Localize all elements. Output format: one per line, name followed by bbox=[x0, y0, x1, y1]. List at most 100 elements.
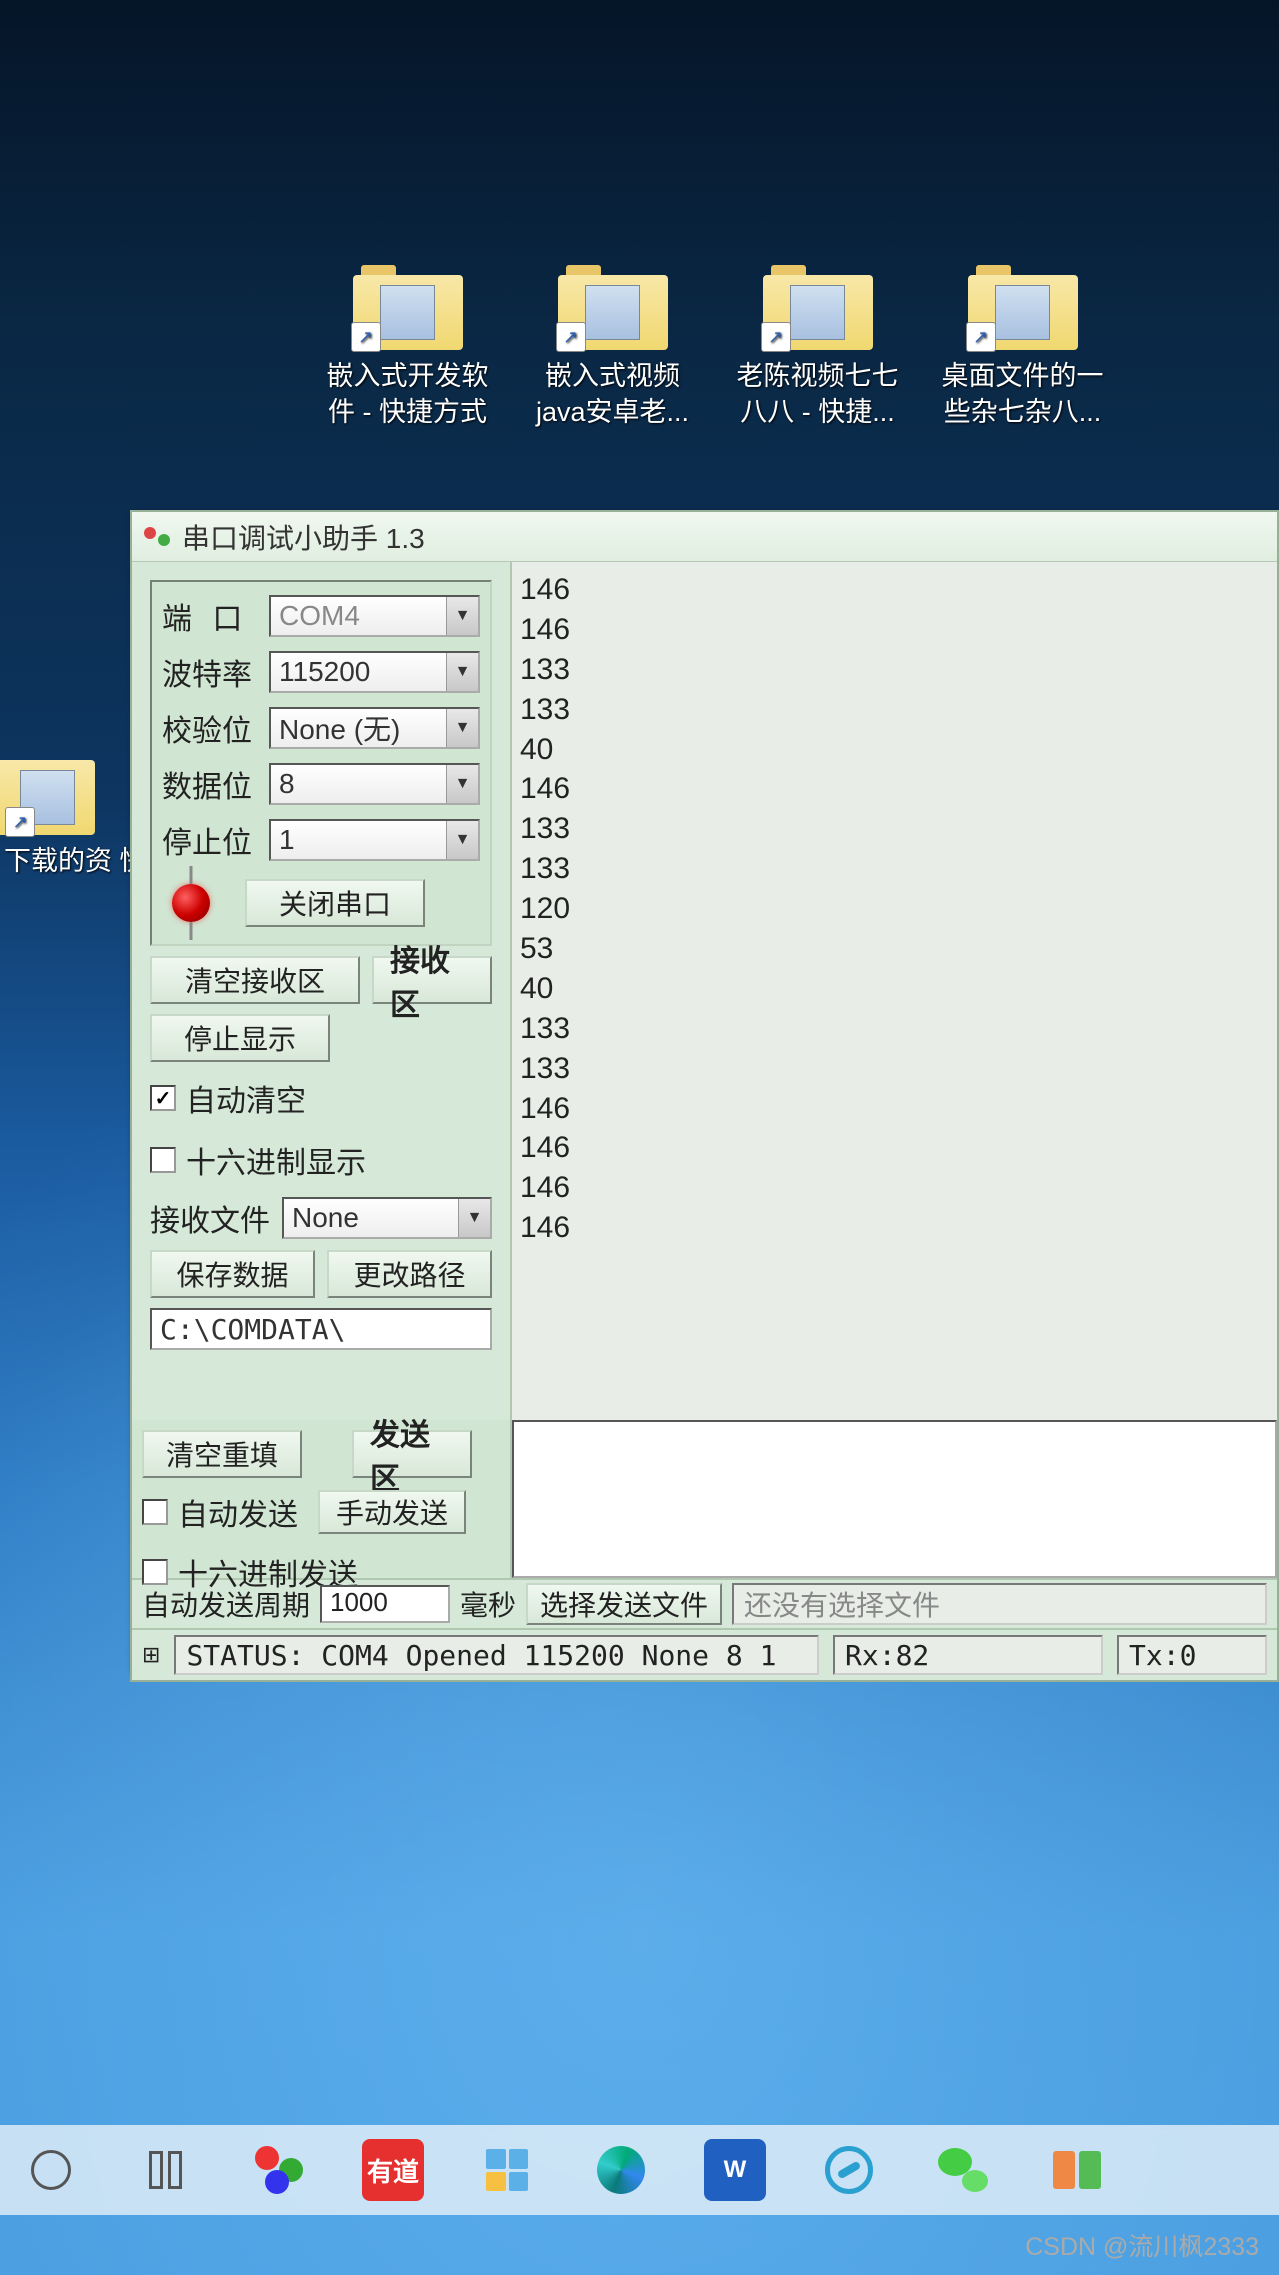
baidu-netdisk-icon[interactable] bbox=[248, 2139, 310, 2201]
stopbits-label: 停止位 bbox=[162, 818, 257, 862]
dropdown-arrow-icon: ▼ bbox=[446, 653, 478, 691]
rx-counter: Rx:82 bbox=[833, 1635, 1103, 1675]
send-text-area[interactable] bbox=[512, 1420, 1277, 1578]
connection-led-icon bbox=[172, 884, 210, 922]
port-select[interactable]: COM4▼ bbox=[269, 595, 480, 637]
multi-desktop-icon[interactable] bbox=[1046, 2139, 1108, 2201]
receive-line: 146 bbox=[520, 610, 1269, 650]
tx-counter: Tx:0 bbox=[1117, 1635, 1267, 1675]
manual-send-button[interactable]: 手动发送 bbox=[318, 1490, 466, 1534]
dropdown-arrow-icon: ▼ bbox=[458, 1199, 490, 1237]
recv-file-select[interactable]: None▼ bbox=[282, 1197, 492, 1239]
receive-line: 146 bbox=[520, 1208, 1269, 1248]
clear-send-button[interactable]: 清空重填 bbox=[142, 1430, 302, 1478]
checkbox-icon bbox=[142, 1559, 168, 1585]
status-icon: ⊞ bbox=[142, 1642, 160, 1668]
port-label: 端 口 bbox=[162, 594, 257, 638]
shortcut-arrow-icon: ↗ bbox=[966, 322, 996, 352]
status-bar: ⊞ STATUS: COM4 Opened 115200 None 8 1 Rx… bbox=[132, 1630, 1277, 1680]
edge-icon[interactable] bbox=[590, 2139, 652, 2201]
desktop-shortcut-1[interactable]: ↗ 嵌入式视频 java安卓老... bbox=[515, 265, 710, 431]
save-data-button[interactable]: 保存数据 bbox=[150, 1250, 315, 1298]
select-file-button[interactable]: 选择发送文件 bbox=[526, 1583, 722, 1625]
receive-line: 133 bbox=[520, 650, 1269, 690]
receive-line: 40 bbox=[520, 969, 1269, 1009]
receive-line: 53 bbox=[520, 929, 1269, 969]
checkbox-icon bbox=[142, 1499, 168, 1525]
path-display: C:\COMDATA\ bbox=[150, 1308, 492, 1350]
receive-line: 133 bbox=[520, 1009, 1269, 1049]
folder-icon: ↗ bbox=[558, 265, 668, 350]
desktop-shortcut-2[interactable]: ↗ 老陈视频七七 八八 - 快捷... bbox=[720, 265, 915, 431]
dropdown-arrow-icon: ▼ bbox=[446, 597, 478, 635]
port-settings-group: 端 口 COM4▼ 波特率 115200▼ 校验位 None (无)▼ 数据位 … bbox=[150, 580, 492, 946]
databits-label: 数据位 bbox=[162, 762, 257, 806]
close-port-button[interactable]: 关闭串口 bbox=[245, 879, 425, 927]
shortcut-arrow-icon: ↗ bbox=[556, 322, 586, 352]
auto-clear-label: 自动清空 bbox=[186, 1076, 306, 1120]
shortcut-arrow-icon: ↗ bbox=[761, 322, 791, 352]
file-manager-icon[interactable] bbox=[476, 2139, 538, 2201]
app-icon bbox=[144, 524, 170, 550]
cortana-icon[interactable] bbox=[20, 2139, 82, 2201]
receive-line: 146 bbox=[520, 1128, 1269, 1168]
icon-label: 老陈视频七七 八八 - 快捷... bbox=[737, 358, 899, 431]
baud-select[interactable]: 115200▼ bbox=[269, 651, 480, 693]
shortcut-arrow-icon: ↗ bbox=[5, 807, 35, 837]
watermark: CSDN @流川枫2333 bbox=[1025, 2227, 1259, 2263]
period-label: 自动发送周期 bbox=[142, 1584, 310, 1624]
period-unit-label: 毫秒 bbox=[460, 1584, 516, 1624]
clear-receive-button[interactable]: 清空接收区 bbox=[150, 956, 360, 1004]
receive-line: 120 bbox=[520, 889, 1269, 929]
checkbox-icon: ✓ bbox=[150, 1085, 176, 1111]
period-input[interactable]: 1000 bbox=[320, 1585, 450, 1623]
receive-area-label: 接收区 bbox=[372, 956, 492, 1004]
tool-icon[interactable] bbox=[818, 2139, 880, 2201]
shortcut-arrow-icon: ↗ bbox=[351, 322, 381, 352]
receive-line: 146 bbox=[520, 570, 1269, 610]
receive-line: 146 bbox=[520, 1168, 1269, 1208]
auto-clear-checkbox-row[interactable]: ✓ 自动清空 bbox=[150, 1072, 492, 1124]
hex-display-checkbox-row[interactable]: 十六进制显示 bbox=[150, 1134, 492, 1186]
window-title: 串口调试小助手 1.3 bbox=[182, 517, 425, 557]
auto-send-checkbox-row[interactable]: 自动发送 bbox=[142, 1490, 298, 1534]
databits-select[interactable]: 8▼ bbox=[269, 763, 480, 805]
wechat-icon[interactable] bbox=[932, 2139, 994, 2201]
titlebar[interactable]: 串口调试小助手 1.3 bbox=[132, 512, 1277, 562]
taskbar: 有道 W bbox=[0, 2125, 1279, 2215]
parity-select[interactable]: None (无)▼ bbox=[269, 707, 480, 749]
icon-label: 嵌入式开发软 件 - 快捷方式 bbox=[327, 358, 489, 431]
folder-icon: ↗ bbox=[968, 265, 1078, 350]
desktop-shortcut-3[interactable]: ↗ 桌面文件的一 些杂七杂八... bbox=[925, 265, 1120, 431]
receive-line: 40 bbox=[520, 730, 1269, 770]
folder-icon: ↗ bbox=[0, 760, 95, 835]
receive-line: 133 bbox=[520, 690, 1269, 730]
checkbox-icon bbox=[150, 1147, 176, 1173]
desktop-icon-row: ↗ 嵌入式开发软 件 - 快捷方式 ↗ 嵌入式视频 java安卓老... ↗ 老… bbox=[310, 265, 1120, 431]
dropdown-arrow-icon: ▼ bbox=[446, 765, 478, 803]
file-status-display: 还没有选择文件 bbox=[732, 1583, 1267, 1625]
taskview-icon[interactable] bbox=[134, 2139, 196, 2201]
receive-line: 133 bbox=[520, 849, 1269, 889]
hex-display-label: 十六进制显示 bbox=[186, 1138, 366, 1182]
youdao-icon[interactable]: 有道 bbox=[362, 2139, 424, 2201]
recv-file-label: 接收文件 bbox=[150, 1196, 270, 1240]
desktop-shortcut-0[interactable]: ↗ 嵌入式开发软 件 - 快捷方式 bbox=[310, 265, 505, 431]
change-path-button[interactable]: 更改路径 bbox=[327, 1250, 492, 1298]
receive-line: 133 bbox=[520, 1049, 1269, 1089]
auto-send-label: 自动发送 bbox=[178, 1490, 298, 1534]
baud-label: 波特率 bbox=[162, 650, 257, 694]
parity-label: 校验位 bbox=[162, 706, 257, 750]
status-text: STATUS: COM4 Opened 115200 None 8 1 bbox=[174, 1635, 819, 1675]
send-panel: 清空重填 发送区 自动发送 手动发送 十六进制发送 自动发送周期 1000 毫秒… bbox=[130, 1420, 1279, 1682]
wps-icon[interactable]: W bbox=[704, 2139, 766, 2201]
send-area-label: 发送区 bbox=[352, 1430, 472, 1478]
stopbits-select[interactable]: 1▼ bbox=[269, 819, 480, 861]
receive-line: 146 bbox=[520, 769, 1269, 809]
receive-line: 133 bbox=[520, 809, 1269, 849]
dropdown-arrow-icon: ▼ bbox=[446, 709, 478, 747]
stop-display-button[interactable]: 停止显示 bbox=[150, 1014, 330, 1062]
folder-icon: ↗ bbox=[353, 265, 463, 350]
folder-icon: ↗ bbox=[763, 265, 873, 350]
icon-label: 桌面文件的一 些杂七杂八... bbox=[942, 358, 1104, 431]
